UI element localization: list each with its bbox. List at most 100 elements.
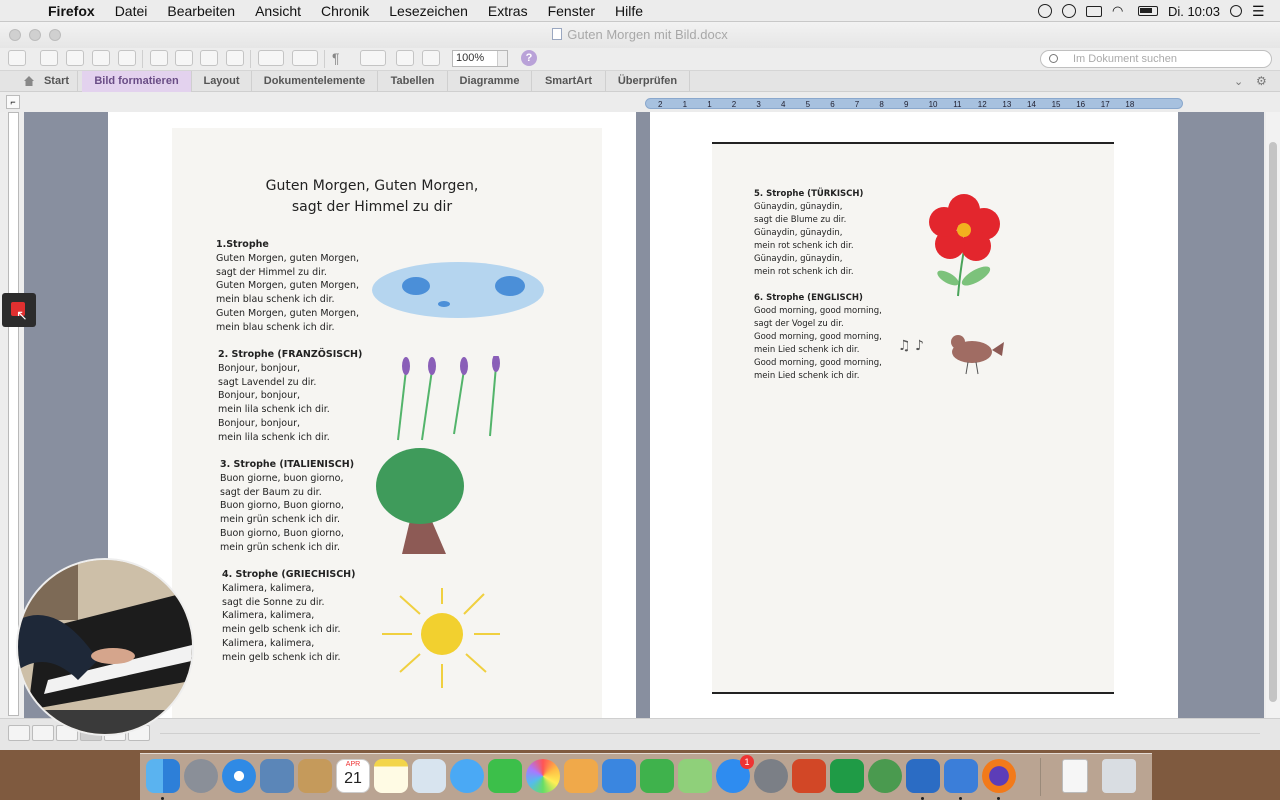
ribbon-settings-icon[interactable]: ⚙ bbox=[1256, 74, 1267, 88]
teamviewer-icon[interactable] bbox=[944, 759, 978, 793]
help-icon[interactable]: ? bbox=[521, 50, 537, 66]
vertical-scroll-thumb[interactable] bbox=[1269, 142, 1277, 702]
safari-icon[interactable] bbox=[222, 759, 256, 793]
teamviewer-status-icon[interactable] bbox=[1061, 4, 1076, 18]
sync-icon[interactable] bbox=[1037, 4, 1052, 18]
vertical-scrollbar[interactable] bbox=[1266, 112, 1280, 718]
format-painter-icon[interactable] bbox=[226, 50, 244, 66]
ruler-tick-label: 8 bbox=[879, 100, 884, 109]
contacts-icon[interactable] bbox=[298, 759, 332, 793]
horizontal-ruler[interactable]: 2 1 1 2 3 4 5 6 7 8 9 10 11 12 13 14 15 16 17 18 bbox=[645, 98, 1183, 109]
ribbon-collapse-icon[interactable]: ⌄ bbox=[1234, 75, 1243, 88]
powerpoint-icon[interactable] bbox=[792, 759, 826, 793]
tab-layout[interactable]: Layout bbox=[192, 71, 252, 92]
vertical-ruler[interactable] bbox=[8, 112, 19, 716]
tab-dokumentelemente[interactable]: Dokumentelemente bbox=[252, 71, 378, 92]
trash-icon[interactable] bbox=[1102, 759, 1136, 793]
save-icon[interactable] bbox=[92, 50, 110, 66]
stanza-line: mein blau schenk ich dir. bbox=[216, 294, 335, 306]
system-preferences-icon[interactable] bbox=[754, 759, 788, 793]
print-icon[interactable] bbox=[118, 50, 136, 66]
paste-icon[interactable] bbox=[200, 50, 218, 66]
menu-lesezeichen[interactable]: Lesezeichen bbox=[389, 3, 468, 19]
stanza-line: mein lila schenk ich dir. bbox=[218, 404, 330, 416]
stanza-line: mein gelb schenk ich dir. bbox=[222, 651, 341, 663]
numbers-icon[interactable] bbox=[640, 759, 674, 793]
menu-extras[interactable]: Extras bbox=[488, 3, 528, 19]
stanza-line: Günaydin, günaydin, bbox=[754, 228, 843, 238]
menu-chronik[interactable]: Chronik bbox=[321, 3, 369, 19]
facetime-icon[interactable] bbox=[488, 759, 522, 793]
new-document-icon[interactable] bbox=[8, 50, 26, 66]
scanned-page-1-image[interactable]: Guten Morgen, Guten Morgen, sagt der Him… bbox=[172, 128, 602, 718]
undo-icon[interactable] bbox=[258, 50, 284, 66]
templates-icon[interactable] bbox=[40, 50, 58, 66]
tab-diagramme[interactable]: Diagramme bbox=[448, 71, 532, 92]
menu-hilfe[interactable]: Hilfe bbox=[615, 3, 643, 19]
battery-icon[interactable] bbox=[1137, 6, 1158, 16]
calendar-day: 21 bbox=[344, 770, 362, 787]
word-icon[interactable] bbox=[906, 759, 940, 793]
zoom-dropdown-icon[interactable] bbox=[497, 51, 507, 66]
tab-start[interactable]: Start bbox=[36, 71, 78, 92]
tab-tabellen[interactable]: Tabellen bbox=[378, 71, 448, 92]
ruler-tick-label: 17 bbox=[1100, 100, 1110, 109]
draft-view-icon[interactable] bbox=[8, 725, 30, 741]
menu-ansicht[interactable]: Ansicht bbox=[255, 3, 301, 19]
wifi-icon[interactable]: ◠ bbox=[1112, 4, 1128, 18]
document-canvas[interactable]: Guten Morgen, Guten Morgen, sagt der Him… bbox=[24, 112, 1264, 718]
preview-icon[interactable] bbox=[412, 759, 446, 793]
calendar-icon[interactable]: APR 21 bbox=[336, 759, 370, 793]
spotlight-icon[interactable] bbox=[1230, 5, 1242, 17]
media-browser-icon[interactable] bbox=[422, 50, 440, 66]
document-search-input[interactable]: Im Dokument suchen bbox=[1040, 50, 1272, 68]
stanza-line: sagt Lavendel zu dir. bbox=[218, 376, 317, 388]
tab-ueberpruefen[interactable]: Überprüfen bbox=[606, 71, 690, 92]
keynote-icon[interactable] bbox=[602, 759, 636, 793]
stanza-line: Guten Morgen, guten Morgen, bbox=[216, 307, 360, 319]
stanza-line: mein rot schenk ich dir. bbox=[754, 267, 854, 277]
ruler-tick-label: 9 bbox=[904, 100, 909, 109]
copy-icon[interactable] bbox=[175, 50, 193, 66]
outline-view-icon[interactable] bbox=[32, 725, 54, 741]
firefox-icon[interactable] bbox=[982, 759, 1016, 793]
notification-center-icon[interactable]: ☰ bbox=[1252, 4, 1268, 18]
notes-icon[interactable] bbox=[374, 759, 408, 793]
page-2[interactable]: 5. Strophe (TÜRKISCH) Günaydin, günaydin… bbox=[650, 112, 1178, 718]
app-menu[interactable]: Firefox bbox=[48, 3, 95, 19]
photos-icon[interactable] bbox=[526, 759, 560, 793]
zoom-select[interactable]: 100% bbox=[452, 50, 508, 67]
open-icon[interactable] bbox=[66, 50, 84, 66]
finder-icon[interactable] bbox=[146, 759, 180, 793]
ruler-tick-label: 1 bbox=[682, 100, 688, 109]
document-icon[interactable] bbox=[1062, 759, 1088, 793]
excel-icon[interactable] bbox=[830, 759, 864, 793]
stanza-line: sagt der Himmel zu dir. bbox=[216, 266, 327, 278]
messages-icon[interactable] bbox=[450, 759, 484, 793]
sidebar-icon[interactable] bbox=[360, 50, 386, 66]
stanza-line: Bonjour, bonjour, bbox=[218, 417, 301, 429]
maps-icon[interactable] bbox=[678, 759, 712, 793]
stanza-heading: 6. Strophe (ENGLISCH) bbox=[754, 293, 863, 303]
pages-icon[interactable] bbox=[564, 759, 598, 793]
stanza-4: 4. Strophe (GRIECHISCH) Kalimera, kalime… bbox=[222, 568, 402, 665]
download-icon[interactable] bbox=[868, 759, 902, 793]
app-store-icon[interactable]: 1 bbox=[716, 755, 754, 793]
tab-smartart[interactable]: SmartArt bbox=[532, 71, 606, 92]
cut-icon[interactable] bbox=[150, 50, 168, 66]
launchpad-icon[interactable] bbox=[184, 759, 218, 793]
app-store-badge: 1 bbox=[740, 755, 754, 769]
tab-stop-selector-icon[interactable]: ⌐ bbox=[6, 95, 20, 109]
mail-icon[interactable] bbox=[260, 759, 294, 793]
record-button[interactable]: ↖ bbox=[2, 293, 36, 327]
toolbox-icon[interactable] bbox=[396, 50, 414, 66]
menu-datei[interactable]: Datei bbox=[115, 3, 148, 19]
tab-bild-formatieren[interactable]: Bild formatieren bbox=[82, 71, 192, 92]
menubar-clock[interactable]: Di. 10:03 bbox=[1168, 4, 1220, 19]
menu-bearbeiten[interactable]: Bearbeiten bbox=[167, 3, 235, 19]
airplay-icon[interactable] bbox=[1085, 5, 1102, 17]
scanned-page-2-image[interactable]: 5. Strophe (TÜRKISCH) Günaydin, günaydin… bbox=[712, 142, 1114, 694]
menu-fenster[interactable]: Fenster bbox=[548, 3, 595, 19]
pilcrow-icon[interactable]: ¶ bbox=[332, 50, 350, 66]
redo-icon[interactable] bbox=[292, 50, 318, 66]
